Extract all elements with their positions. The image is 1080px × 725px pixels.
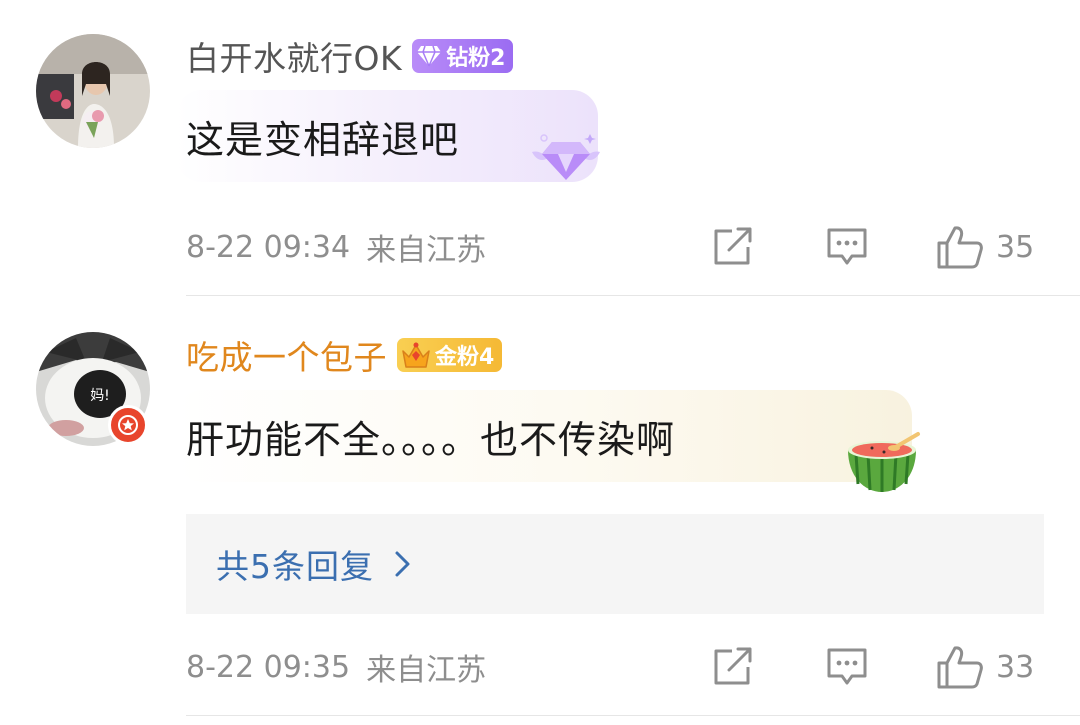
view-replies-button[interactable]: 共5条回复 bbox=[186, 514, 1044, 614]
divider bbox=[186, 295, 1080, 296]
avatar[interactable] bbox=[36, 34, 150, 148]
location: 来自江苏 bbox=[366, 653, 487, 688]
watermelon-icon bbox=[848, 432, 920, 492]
comment-icon bbox=[827, 228, 867, 265]
location: 来自江苏 bbox=[366, 233, 487, 268]
user-name-row: 吃成一个包子 金粉4 bbox=[186, 331, 503, 379]
like-button[interactable]: 35 bbox=[936, 222, 1034, 272]
share-icon bbox=[714, 647, 752, 685]
comment-item: 妈! 吃成一个包子 金粉4 肝功能不全。。。。也不传染啊 共5条回复 8-22 … bbox=[0, 300, 1080, 720]
fan-level-badge[interactable]: 钻粉2 bbox=[412, 39, 514, 73]
diamond-icon bbox=[532, 134, 600, 180]
diamond-icon bbox=[417, 45, 442, 67]
fan-badge-label: 钻粉2 bbox=[446, 46, 506, 71]
comment-meta: 8-22 09:34 来自江苏 35 bbox=[186, 222, 1044, 272]
comment-item: 白开水就行OK 钻粉2 这是变相辞退吧 8-22 09:34 来自江苏 35 bbox=[0, 0, 1080, 296]
comment-text: 这是变相辞退吧 bbox=[186, 117, 460, 162]
like-icon bbox=[937, 226, 983, 269]
like-count: 35 bbox=[996, 229, 1035, 265]
like-count: 33 bbox=[996, 649, 1035, 685]
timestamp: 8-22 09:35 bbox=[186, 649, 351, 685]
chevron-right-icon bbox=[395, 551, 410, 577]
avatar-photo bbox=[36, 34, 150, 148]
fan-badge-label: 金粉4 bbox=[435, 345, 495, 370]
timestamp: 8-22 09:34 bbox=[186, 229, 351, 265]
share-button[interactable] bbox=[712, 642, 754, 692]
like-button[interactable]: 33 bbox=[936, 642, 1034, 692]
comment-icon bbox=[827, 648, 867, 685]
replies-label: 共5条回复 bbox=[216, 547, 374, 586]
comment-meta: 8-22 09:35 来自江苏 33 bbox=[186, 642, 1044, 692]
star-badge-icon bbox=[118, 415, 138, 435]
username[interactable]: 吃成一个包子 bbox=[186, 331, 387, 379]
like-icon bbox=[937, 646, 983, 689]
username[interactable]: 白开水就行OK bbox=[186, 32, 402, 80]
user-name-row: 白开水就行OK 钻粉2 bbox=[186, 32, 514, 80]
comment-bubble[interactable]: 肝功能不全。。。。也不传染啊 bbox=[176, 390, 912, 482]
fan-level-badge[interactable]: 金粉4 bbox=[397, 338, 503, 372]
divider bbox=[186, 715, 1080, 716]
share-button[interactable] bbox=[712, 222, 754, 272]
comment-text: 肝功能不全。。。。也不传染啊 bbox=[186, 417, 676, 462]
share-icon bbox=[714, 227, 752, 265]
crown-icon bbox=[402, 342, 430, 368]
avatar-text: 妈! bbox=[90, 388, 110, 404]
star-badge bbox=[108, 405, 148, 445]
